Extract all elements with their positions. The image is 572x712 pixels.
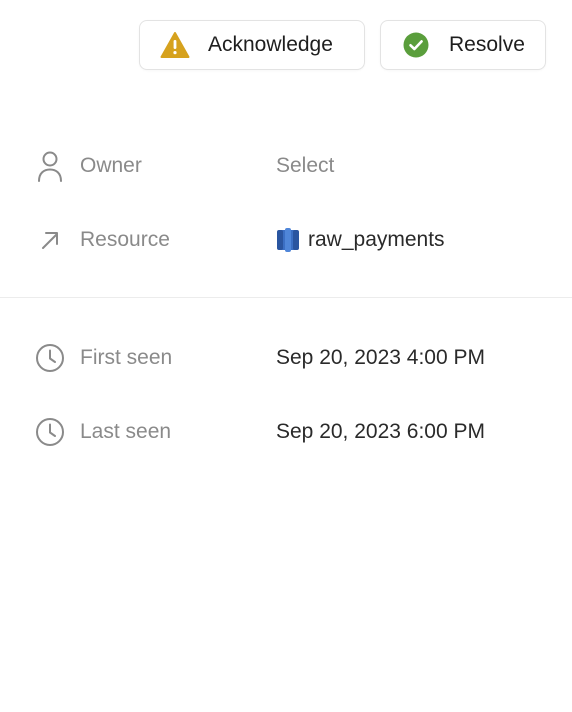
resource-label: Resource	[80, 228, 170, 251]
last-seen-value: Sep 20, 2023 6:00 PM	[276, 420, 485, 443]
first-seen-value: Sep 20, 2023 4:00 PM	[276, 346, 485, 369]
check-circle-icon	[401, 30, 431, 60]
last-seen-row: Last seen Sep 20, 2023 6:00 PM	[0, 412, 572, 452]
owner-select[interactable]: Select	[276, 154, 334, 178]
section-divider	[0, 297, 572, 298]
warning-icon	[160, 30, 190, 60]
clock-icon	[34, 416, 66, 448]
arrow-up-right-icon	[34, 224, 66, 256]
person-icon	[34, 150, 66, 182]
clock-icon	[34, 342, 66, 374]
resolve-label: Resolve	[449, 33, 525, 56]
acknowledge-button[interactable]: Acknowledge	[139, 20, 365, 70]
resource-row: Resource raw_payments	[0, 220, 572, 260]
acknowledge-label: Acknowledge	[208, 33, 333, 56]
resource-link[interactable]: raw_payments	[276, 227, 445, 253]
database-table-icon	[276, 227, 300, 253]
action-bar: Acknowledge Resolve	[139, 20, 546, 70]
last-seen-label: Last seen	[80, 420, 172, 443]
first-seen-row: First seen Sep 20, 2023 4:00 PM	[0, 338, 572, 378]
owner-label: Owner	[80, 154, 142, 177]
resource-name: raw_payments	[308, 228, 445, 251]
resolve-button[interactable]: Resolve	[380, 20, 546, 70]
owner-row: Owner Select	[0, 146, 572, 186]
first-seen-label: First seen	[80, 346, 173, 369]
